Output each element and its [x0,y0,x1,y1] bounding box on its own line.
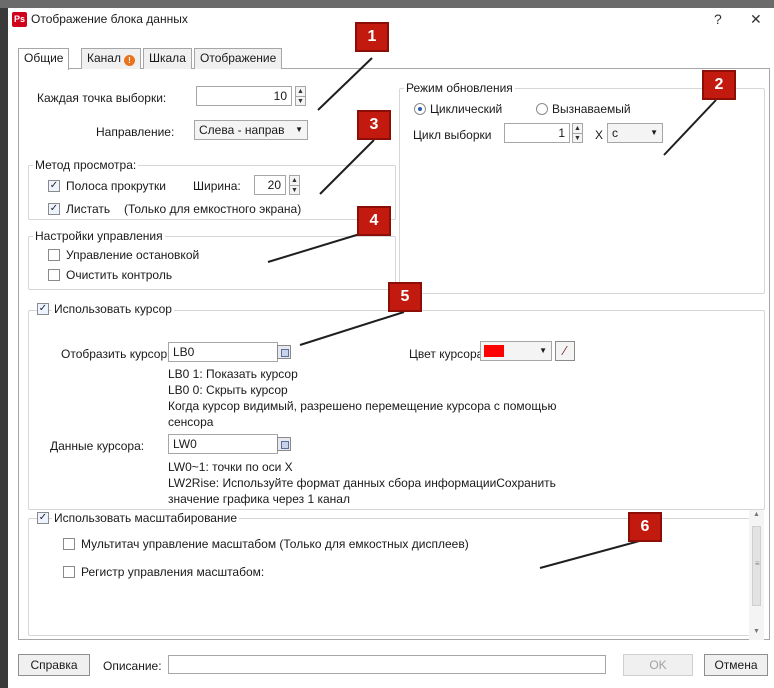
callout-1: 1 [355,22,389,52]
callout-3: 3 [357,110,391,140]
callout-line-6 [539,539,644,569]
callout-line-5 [299,311,405,346]
callout-6: 6 [628,512,662,542]
callout-5: 5 [388,282,422,312]
callout-4: 4 [357,206,391,236]
callout-2: 2 [702,70,736,100]
callout-line-1 [317,57,373,111]
callout-line-3 [319,139,375,195]
callout-line-2 [663,99,717,156]
callout-lines [267,57,717,569]
